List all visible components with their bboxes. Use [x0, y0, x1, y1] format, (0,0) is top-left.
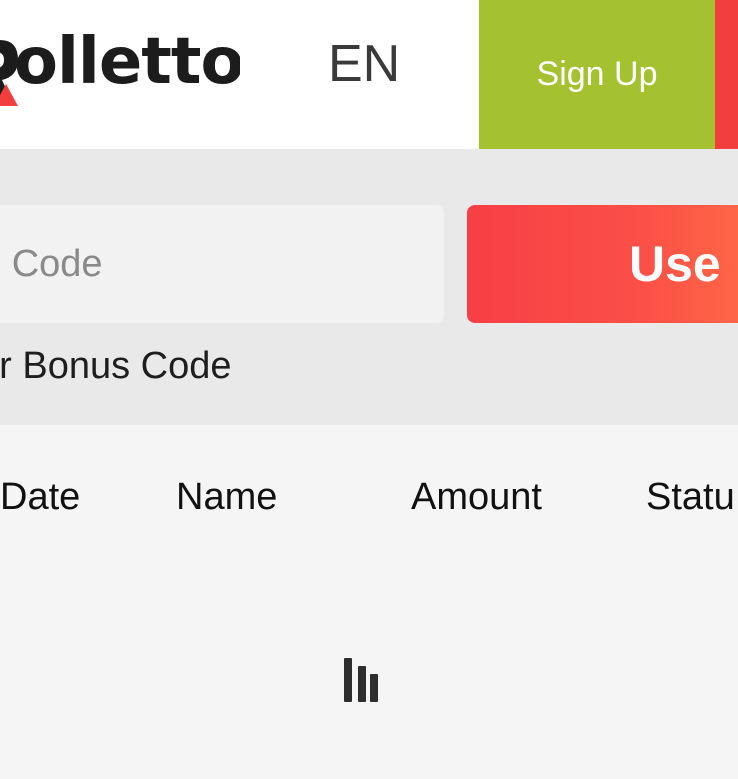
logo[interactable]: olletto	[0, 28, 240, 123]
table-header: Date Name Amount Statu	[0, 425, 738, 575]
column-header-amount[interactable]: Amount	[411, 478, 542, 516]
loading-icon	[344, 658, 380, 702]
promo-code-input[interactable]	[0, 205, 444, 323]
use-promo-button[interactable]: Use	[467, 205, 738, 323]
sign-up-button[interactable]: Sign Up	[479, 0, 715, 149]
login-button-edge[interactable]	[715, 0, 738, 149]
promo-code-section: Use ur Bonus Code	[0, 149, 738, 425]
promo-caption: ur Bonus Code	[0, 345, 232, 387]
language-selector[interactable]: EN	[328, 38, 400, 90]
column-header-status[interactable]: Statu	[646, 478, 735, 516]
header: olletto EN Sign Up	[0, 0, 738, 149]
column-header-date[interactable]: Date	[0, 478, 80, 516]
column-header-name[interactable]: Name	[176, 478, 277, 516]
logo-text: olletto	[14, 28, 240, 99]
